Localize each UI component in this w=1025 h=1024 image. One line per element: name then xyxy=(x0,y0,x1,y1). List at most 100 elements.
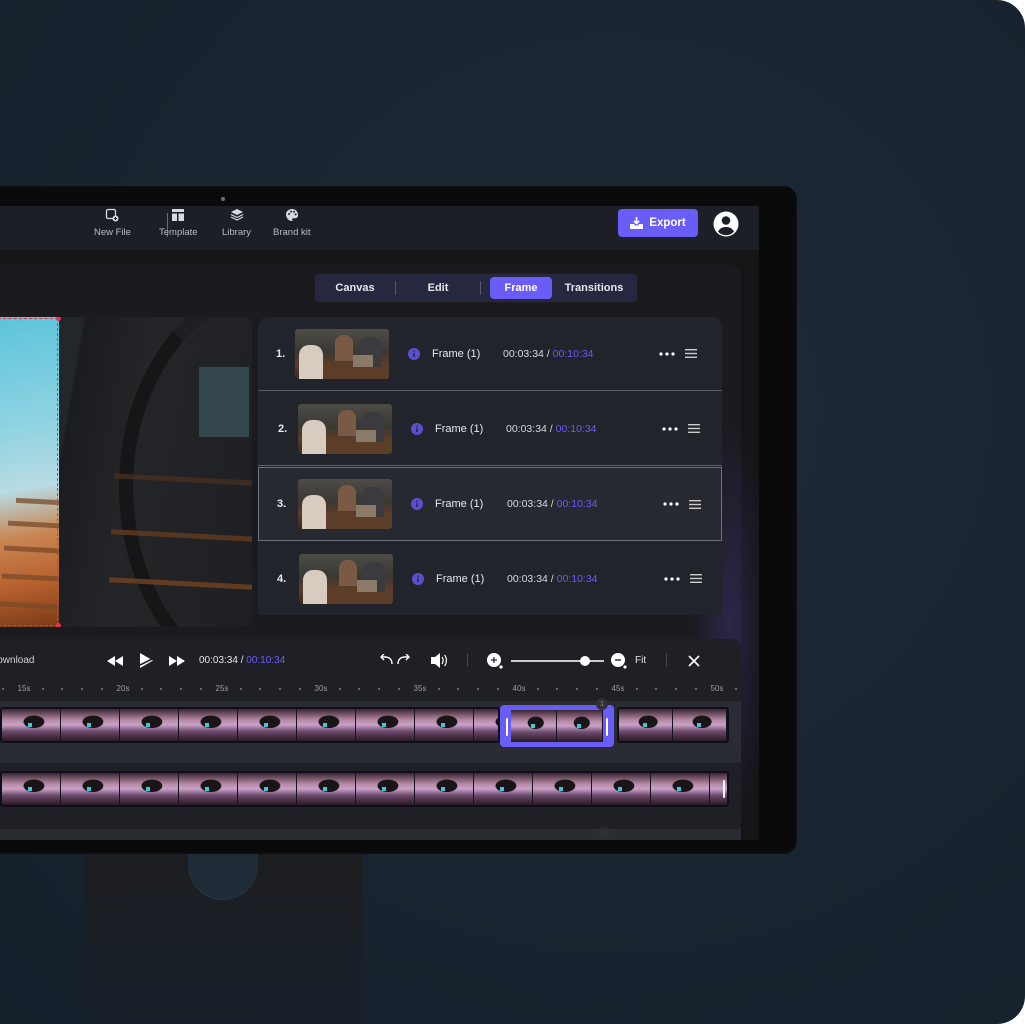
frame-row[interactable]: 2. Frame (1) 00:03:34 / 00:10:34 xyxy=(258,392,722,466)
film-frame xyxy=(356,773,415,805)
film-frame xyxy=(511,710,557,742)
total-time: 00:10:34 xyxy=(246,655,286,666)
brand-kit-button[interactable]: Brand kit xyxy=(273,208,311,238)
time-separator: / xyxy=(547,498,557,510)
ruler-tick xyxy=(140,688,143,690)
ruler-tick xyxy=(180,688,183,690)
ruler-tick xyxy=(635,688,638,690)
template-icon xyxy=(172,209,185,221)
app-window: New File Template Library Brand kit Expo… xyxy=(0,206,759,840)
clip-count-badge xyxy=(598,826,610,838)
ruler-tick xyxy=(556,688,559,690)
ruler-tick xyxy=(239,688,242,690)
trim-handle-left[interactable] xyxy=(506,718,508,736)
download-button[interactable]: Download xyxy=(0,655,34,666)
frame-label: Frame (1) xyxy=(432,347,481,360)
trim-handle-right[interactable] xyxy=(606,718,608,736)
frame-current-time: 00:03:34 xyxy=(507,572,548,585)
frame-thumbnail xyxy=(295,329,389,379)
ruler-tick-label: 50s xyxy=(710,684,724,693)
film-frame xyxy=(2,709,61,741)
current-time: 00:03:34 xyxy=(199,655,238,666)
tab-canvas[interactable]: Canvas xyxy=(315,277,395,299)
template-button[interactable]: Template xyxy=(159,208,198,238)
film-frame xyxy=(557,710,603,742)
crop-selection-box[interactable] xyxy=(0,318,58,626)
fit-button[interactable]: Fit xyxy=(635,655,646,666)
film-frame xyxy=(710,773,727,805)
zoom-slider-track[interactable] xyxy=(511,660,604,662)
zoom-in-icon[interactable] xyxy=(487,653,503,669)
more-options-icon[interactable] xyxy=(662,426,678,431)
clip-count-badge: 1 xyxy=(596,698,608,710)
clip-strip[interactable] xyxy=(0,707,500,743)
library-button[interactable]: Library xyxy=(222,208,251,238)
timeline-ruler: 15s 20s 25s 30s 35s 40s 45s 50s xyxy=(0,681,741,697)
info-icon[interactable] xyxy=(408,347,420,360)
frame-label: Frame (1) xyxy=(435,498,484,510)
ruler-tick xyxy=(576,688,579,690)
control-divider xyxy=(666,653,667,667)
frame-number: 1. xyxy=(276,347,286,360)
canvas-preview[interactable] xyxy=(0,317,252,627)
film-frame xyxy=(179,773,238,805)
frame-row[interactable]: 4. Frame (1) 00:03:34 / 00:10:34 xyxy=(258,542,722,615)
film-frame xyxy=(673,709,727,741)
tab-transitions[interactable]: Transitions xyxy=(552,277,636,299)
play-icon[interactable] xyxy=(139,653,153,668)
film-frame xyxy=(533,773,592,805)
trim-handle-right[interactable] xyxy=(723,780,725,798)
film-frame xyxy=(297,709,356,741)
frame-label: Frame (1) xyxy=(435,422,484,435)
frame-number: 2. xyxy=(278,422,288,435)
rewind-icon[interactable] xyxy=(107,656,124,666)
film-frame xyxy=(238,773,297,805)
redo-icon[interactable] xyxy=(396,654,410,665)
tab-edit[interactable]: Edit xyxy=(396,277,480,299)
info-icon[interactable] xyxy=(411,498,423,510)
zoom-slider-thumb[interactable] xyxy=(580,656,591,666)
more-options-icon[interactable] xyxy=(664,576,680,581)
more-options-icon[interactable] xyxy=(659,351,675,356)
volume-icon[interactable] xyxy=(431,653,448,668)
more-options-icon[interactable] xyxy=(663,502,679,506)
frame-label: Frame (1) xyxy=(436,572,485,585)
film-frame xyxy=(356,709,415,741)
crop-handle[interactable] xyxy=(56,623,61,627)
film-frame xyxy=(619,709,673,741)
new-file-button[interactable]: New File xyxy=(94,208,131,238)
fast-forward-icon[interactable] xyxy=(169,656,186,666)
top-toolbar: New File Template Library Brand kit Expo… xyxy=(0,206,759,250)
monitor-stand xyxy=(85,850,363,1024)
ruler-tick xyxy=(477,688,480,690)
clip-strip[interactable] xyxy=(617,707,729,743)
ruler-tick xyxy=(457,688,460,690)
tab-frame[interactable]: Frame xyxy=(490,277,552,299)
ruler-tick xyxy=(160,688,163,690)
clip-strip[interactable] xyxy=(0,771,729,807)
ruler-tick xyxy=(259,688,262,690)
ruler-tick xyxy=(338,688,341,690)
info-icon[interactable] xyxy=(412,572,424,585)
film-frame xyxy=(474,709,498,741)
control-divider xyxy=(467,653,468,667)
template-label: Template xyxy=(159,227,198,238)
drag-handle-icon[interactable] xyxy=(688,424,700,433)
undo-icon[interactable] xyxy=(380,654,394,665)
frame-time: 00:03:34 / 00:10:34 xyxy=(503,348,594,360)
frame-row-selected[interactable]: 3. Frame (1) 00:03:34 / 00:10:34 xyxy=(258,467,722,541)
close-icon[interactable] xyxy=(688,655,700,667)
export-button[interactable]: Export xyxy=(618,209,698,237)
ruler-tick-label: 15s xyxy=(17,684,31,693)
stand-cable-hole xyxy=(188,850,258,900)
new-file-icon xyxy=(106,208,119,222)
zoom-out-icon[interactable] xyxy=(611,653,627,669)
user-avatar-icon[interactable] xyxy=(713,211,739,237)
drag-handle-icon[interactable] xyxy=(685,349,697,358)
selected-clip[interactable] xyxy=(500,705,614,747)
drag-handle-icon[interactable] xyxy=(689,499,701,509)
drag-handle-icon[interactable] xyxy=(690,574,702,583)
ruler-tick xyxy=(81,688,84,690)
info-icon[interactable] xyxy=(411,422,423,435)
frame-row[interactable]: 1. Frame (1) 00:03:34 / 00:10:34 xyxy=(258,317,722,391)
